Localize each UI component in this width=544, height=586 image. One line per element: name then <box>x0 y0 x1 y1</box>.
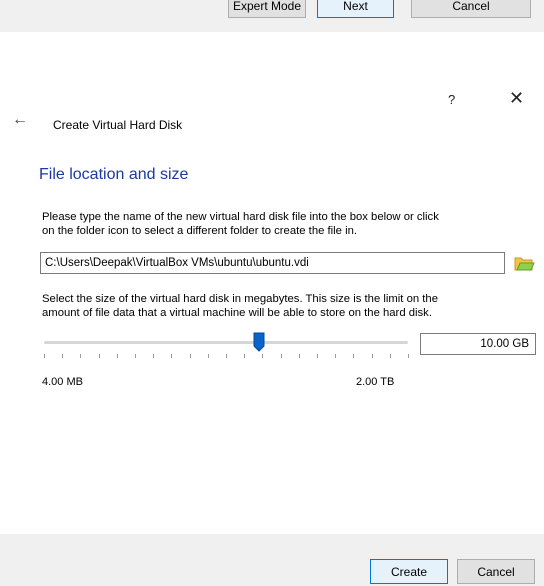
disk-size-slider[interactable] <box>40 332 412 372</box>
cancel-button[interactable]: Cancel <box>457 559 535 584</box>
slider-tick <box>153 354 154 358</box>
create-button[interactable]: Create <box>370 559 448 584</box>
slider-tick <box>372 354 373 358</box>
file-path-input[interactable] <box>40 252 505 274</box>
slider-tick <box>390 354 391 358</box>
slider-tick <box>208 354 209 358</box>
max-size-label: 2.00 TB <box>356 376 395 388</box>
section-title: File location and size <box>39 166 189 183</box>
min-size-label: 4.00 MB <box>42 376 83 388</box>
slider-track <box>44 341 408 344</box>
slider-tick <box>353 354 354 358</box>
slider-tick <box>226 354 227 358</box>
slider-thumb[interactable] <box>253 332 265 352</box>
slider-tick <box>190 354 191 358</box>
slider-tick <box>335 354 336 358</box>
slider-tick <box>408 354 409 358</box>
location-description: Please type the name of the new virtual … <box>42 210 542 238</box>
previous-cancel-button[interactable]: Cancel <box>411 0 531 18</box>
back-arrow-icon[interactable]: ← <box>12 111 28 129</box>
slider-ticks <box>40 354 412 362</box>
size-description: Select the size of the virtual hard disk… <box>42 292 542 320</box>
slider-tick <box>171 354 172 358</box>
previous-dialog-button-bar: Expert Mode Next Cancel <box>0 0 544 32</box>
slider-tick <box>117 354 118 358</box>
slider-tick <box>244 354 245 358</box>
slider-tick <box>262 354 263 358</box>
slider-tick <box>281 354 282 358</box>
help-icon[interactable]: ? <box>448 92 455 107</box>
expert-mode-button[interactable]: Expert Mode <box>228 0 306 18</box>
slider-tick <box>299 354 300 358</box>
next-button[interactable]: Next <box>317 0 394 18</box>
slider-tick <box>44 354 45 358</box>
slider-tick <box>80 354 81 358</box>
dialog-footer: Create Cancel <box>0 534 544 586</box>
slider-tick <box>317 354 318 358</box>
close-icon[interactable]: ✕ <box>509 88 524 109</box>
size-description-line: Select the size of the virtual hard disk… <box>42 293 438 305</box>
slider-tick <box>99 354 100 358</box>
wizard-title: Create Virtual Hard Disk <box>53 118 183 132</box>
location-description-line: on the folder icon to select a different… <box>42 225 358 237</box>
location-description-line: Please type the name of the new virtual … <box>42 211 439 223</box>
folder-icon[interactable] <box>513 253 535 273</box>
size-description-line: amount of file data that a virtual machi… <box>42 307 432 319</box>
slider-tick <box>62 354 63 358</box>
disk-size-input[interactable] <box>420 333 536 355</box>
slider-tick <box>135 354 136 358</box>
